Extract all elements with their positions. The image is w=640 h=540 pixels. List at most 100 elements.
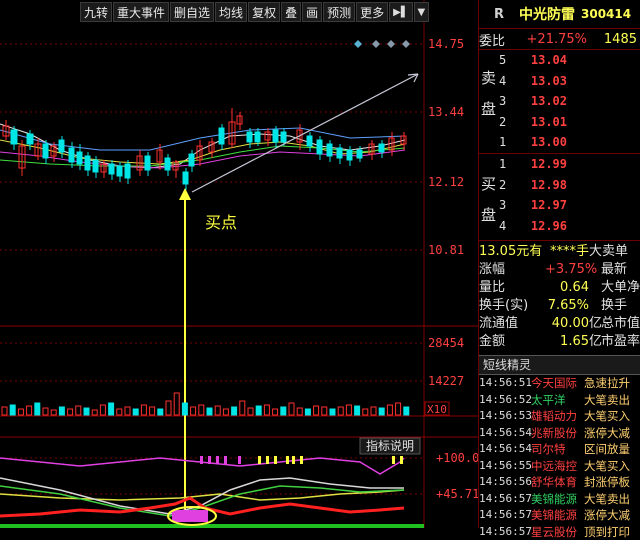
shortline-row[interactable]: 14:56:51今天国际急速拉升 xyxy=(479,375,640,392)
stock-name[interactable]: 中光防雷 xyxy=(519,4,575,24)
shortline-stock[interactable]: 司尔特 xyxy=(531,441,584,458)
volume-bar xyxy=(207,408,212,415)
indicator-lines xyxy=(0,456,424,526)
volume-bar xyxy=(346,405,351,415)
shortline-row[interactable]: 14:56:54司尔特区间放量 xyxy=(479,441,640,458)
price-adjust-button[interactable]: 复权 xyxy=(248,2,280,22)
more-button[interactable]: 更多 xyxy=(356,2,388,22)
draw-button[interactable]: 画 xyxy=(302,2,322,22)
shortline-stock[interactable]: 美锦能源 xyxy=(531,507,584,524)
volume-bar xyxy=(92,410,97,415)
volume-bar xyxy=(338,407,343,415)
bid-row[interactable]: 112.99 xyxy=(479,154,640,175)
shortline-time: 14:56:53 xyxy=(479,408,531,425)
price-label-1: 14.75 xyxy=(428,37,464,51)
volume-bar xyxy=(68,409,73,415)
major-events-button[interactable]: 重大事件 xyxy=(113,2,169,22)
kline-chart-area[interactable]: 14.75 13.44 12.12 10.81 28454 14227 X10 … xyxy=(0,0,478,528)
buy-point-arrow xyxy=(179,188,191,520)
ask-row[interactable]: 413.03 xyxy=(479,71,640,92)
volume-bar xyxy=(355,406,360,415)
buy-side-label: 买盘 xyxy=(481,174,495,226)
shortline-stock[interactable]: 中远海控 xyxy=(531,458,584,475)
ask-row[interactable]: 213.01 xyxy=(479,112,640,133)
dropdown-icon[interactable]: ▼ xyxy=(414,2,430,22)
volume-bar xyxy=(191,407,196,415)
shortline-row[interactable]: 14:56:57星云股份顶到打印 xyxy=(479,524,640,540)
volume-bar xyxy=(84,408,89,415)
shortline-event: 大笔买入 xyxy=(584,458,630,475)
indicator-label-2: +45.71 xyxy=(436,487,478,501)
volume-bar xyxy=(141,405,146,415)
stat-row: 金额1.65亿市盈率 xyxy=(479,333,640,351)
play-to-end-icon[interactable]: ▶▌ xyxy=(389,2,412,22)
shortline-title[interactable]: 短线精灵 xyxy=(479,355,640,375)
shortline-event: 涨停大减 xyxy=(584,425,630,442)
shortline-row[interactable]: 14:56:55中远海控大笔买入 xyxy=(479,458,640,475)
event-marker-4 xyxy=(402,40,410,48)
shortline-row[interactable]: 14:56:56舒华体育封涨停板 xyxy=(479,474,640,491)
shortline-row[interactable]: 14:56:53雄韬动力大笔买入 xyxy=(479,408,640,425)
stats-block: 13.05元有****手大卖单 涨幅+3.75%最新 量比0.64大单净 换手(… xyxy=(479,241,640,351)
price-label-2: 13.44 xyxy=(428,105,464,119)
shortline-time: 14:56:55 xyxy=(479,458,531,475)
shortline-event: 顶到打印 xyxy=(584,524,630,540)
shortline-event: 大笔卖出 xyxy=(584,491,630,508)
event-marker-3 xyxy=(387,40,395,48)
volume-bar xyxy=(109,403,114,415)
volume-bar xyxy=(322,407,327,415)
volume-bar xyxy=(281,407,286,415)
shortline-stock[interactable]: 太平洋 xyxy=(531,392,584,409)
volume-bar xyxy=(305,409,310,415)
weibi-value: +21.75% xyxy=(517,32,587,47)
chart-toolbar: 九转 重大事件 删自选 均线 复权 叠 画 预测 更多 ▶▌ ▼ xyxy=(80,2,430,22)
indicator-help-button[interactable]: 指标说明 xyxy=(366,438,414,453)
shortline-stock[interactable]: 今天国际 xyxy=(531,375,584,392)
shortline-stock[interactable]: 星云股份 xyxy=(531,524,584,540)
shortline-list[interactable]: 14:56:51今天国际急速拉升14:56:52太平洋大笔卖出14:56:53雄… xyxy=(479,375,640,540)
shortline-row[interactable]: 14:56:54兆新股份涨停大减 xyxy=(479,425,640,442)
shortline-event: 区间放量 xyxy=(584,441,630,458)
volume-bar xyxy=(240,401,245,415)
shortline-stock[interactable]: 舒华体育 xyxy=(531,474,584,491)
volume-bar xyxy=(248,408,253,415)
ask-row[interactable]: 513.04 xyxy=(479,50,640,71)
moving-average-button[interactable]: 均线 xyxy=(215,2,247,22)
volume-bar xyxy=(387,405,392,415)
weibi-row: 委比 +21.75% 1485 xyxy=(479,29,640,50)
volume-bar xyxy=(100,405,105,415)
volume-bar xyxy=(199,405,204,415)
bid-row[interactable]: 212.98 xyxy=(479,175,640,196)
overlay-button[interactable]: 叠 xyxy=(281,2,301,22)
stat-row: 换手(实)7.65%换手 xyxy=(479,297,640,315)
stat-row: 量比0.64大单净 xyxy=(479,279,640,297)
volume-bar xyxy=(59,407,64,415)
volume-label-2: 14227 xyxy=(428,374,464,388)
volume-bar xyxy=(371,407,376,415)
shortline-time: 14:56:57 xyxy=(479,524,531,540)
trend-annotation xyxy=(192,74,418,192)
volume-bar xyxy=(297,408,302,415)
shortline-row[interactable]: 14:56:52太平洋大笔卖出 xyxy=(479,392,640,409)
shortline-row[interactable]: 14:56:57美锦能源大笔卖出 xyxy=(479,491,640,508)
shortline-event: 大笔卖出 xyxy=(584,392,630,409)
remove-watchlist-button[interactable]: 删自选 xyxy=(170,2,214,22)
volume-bar xyxy=(223,409,228,415)
bid-row[interactable]: 412.96 xyxy=(479,216,640,237)
event-marker-1 xyxy=(354,40,362,48)
volume-bar xyxy=(158,409,163,415)
volume-bar xyxy=(2,407,7,415)
ask-row[interactable]: 113.00 xyxy=(479,132,640,153)
shortline-row[interactable]: 14:56:57美锦能源涨停大减 xyxy=(479,507,640,524)
shortline-time: 14:56:54 xyxy=(479,425,531,442)
volume-bar xyxy=(273,409,278,415)
volume-bar xyxy=(232,407,237,415)
shortline-stock[interactable]: 美锦能源 xyxy=(531,491,584,508)
forecast-button[interactable]: 预测 xyxy=(323,2,355,22)
stat-row: 涨幅+3.75%最新 xyxy=(479,261,640,279)
shortline-stock[interactable]: 兆新股份 xyxy=(531,425,584,442)
nine-turn-button[interactable]: 九转 xyxy=(80,2,112,22)
shortline-stock[interactable]: 雄韬动力 xyxy=(531,408,584,425)
bid-row[interactable]: 312.97 xyxy=(479,195,640,216)
ask-row[interactable]: 313.02 xyxy=(479,91,640,112)
